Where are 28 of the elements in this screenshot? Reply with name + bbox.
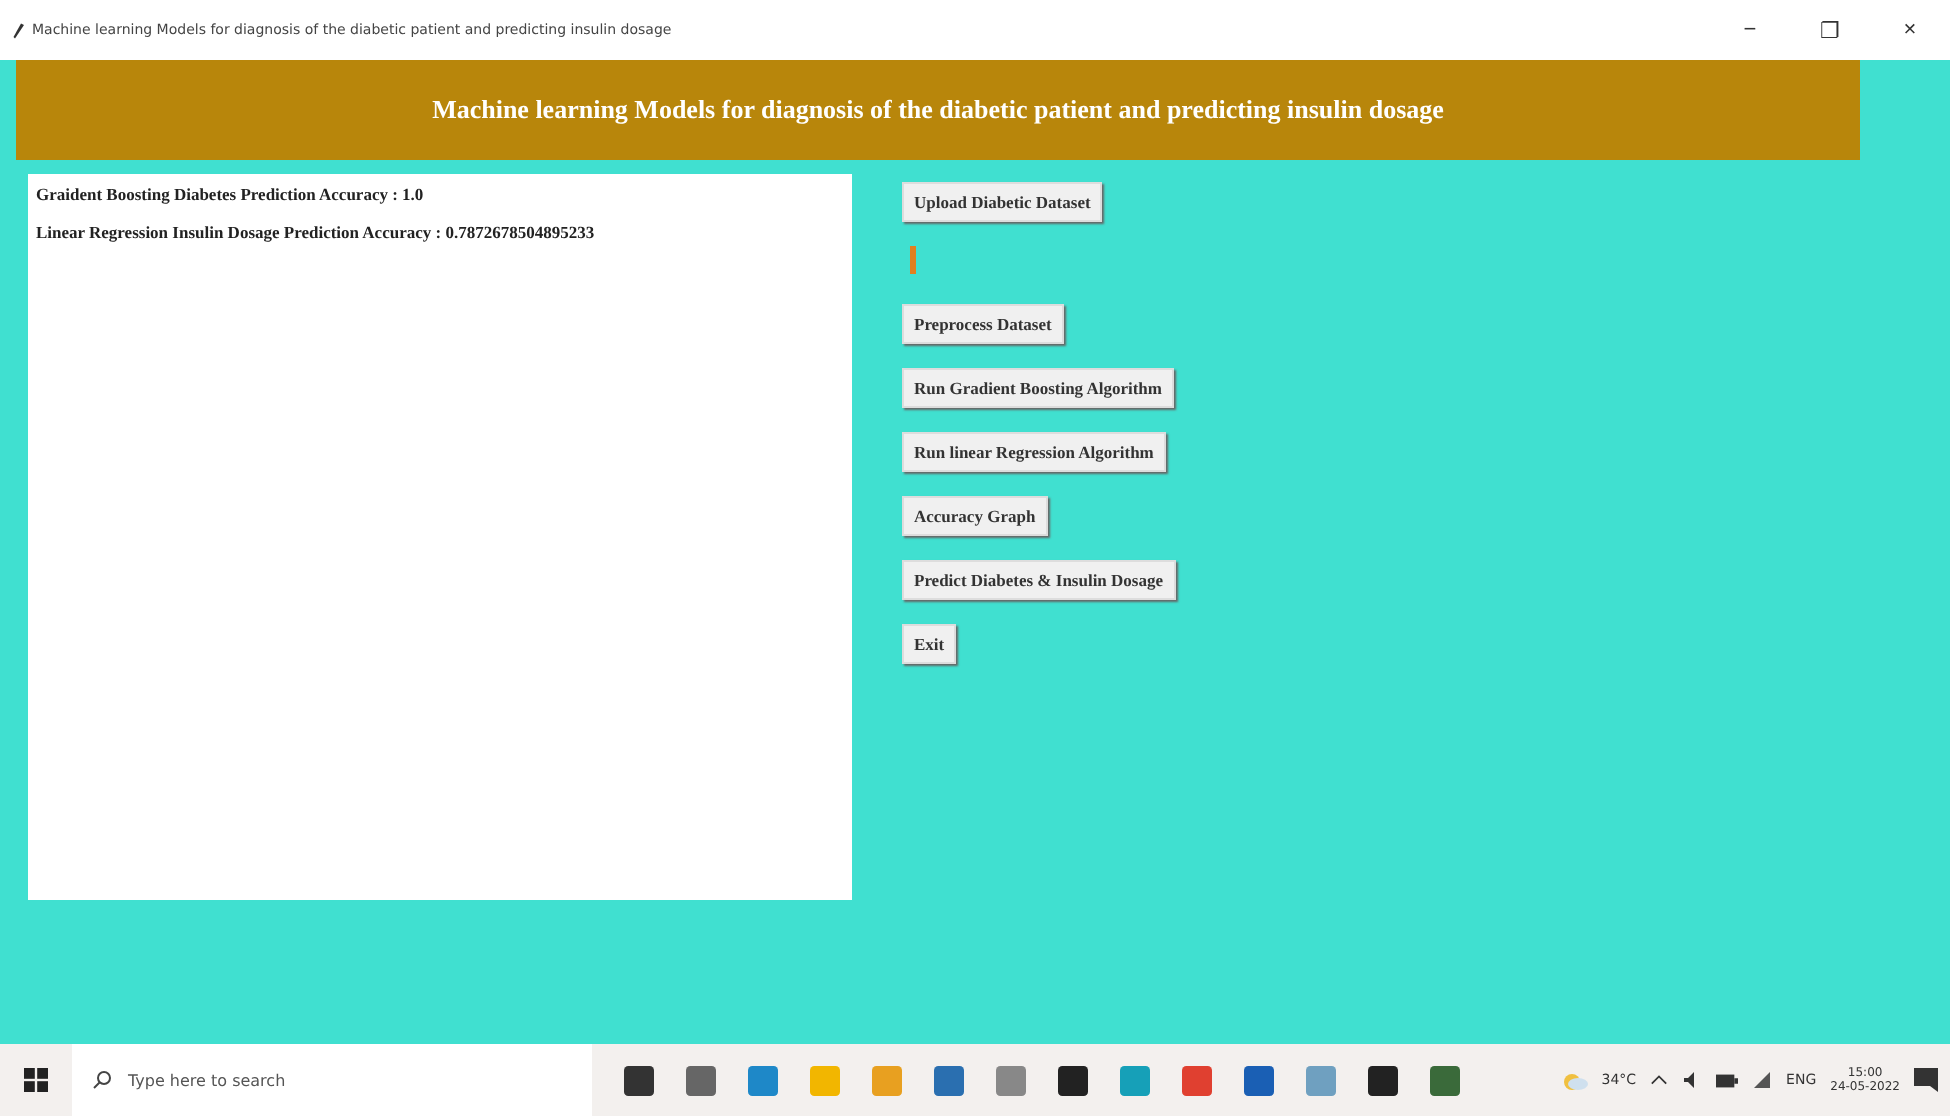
maximize-button[interactable]: ❐ [1790, 0, 1870, 60]
action-button[interactable]: Predict Diabetes & Insulin Dosage [902, 560, 1176, 600]
action-button[interactable]: Run linear Regression Algorithm [902, 432, 1166, 472]
output-line: Graident Boosting Diabetes Prediction Accuracy : 1.0 [36, 184, 426, 204]
search-placeholder: Type here to search [128, 1071, 286, 1089]
close-button[interactable]: × [1870, 0, 1950, 60]
action-button[interactable]: Run Gradient Boosting Algorithm [902, 368, 1174, 408]
app-header: Machine learning Models for diagnosis of the diabetic patient and predicting insulin dosage [16, 60, 1860, 160]
chevron-up-icon[interactable] [1650, 1074, 1669, 1086]
minimize-button[interactable]: − [1710, 0, 1790, 60]
output-line: Linear Regression Insulin Dosage Prediction Accuracy : 0.7872678504895233 [36, 222, 597, 242]
windows-start-icon[interactable] [24, 1068, 48, 1092]
action-button[interactable]: Exit [902, 624, 957, 664]
search-field[interactable]: Type here to search [72, 1044, 592, 1116]
action-button[interactable]: Preprocess Dataset [902, 304, 1064, 344]
search-icon [92, 1070, 112, 1090]
battery-icon[interactable] [1716, 1073, 1739, 1087]
feather-icon [12, 21, 24, 39]
status-label [910, 246, 916, 274]
app-icon[interactable] [624, 1065, 654, 1095]
action-button[interactable]: Accuracy Graph [902, 496, 1048, 536]
notification-icon[interactable] [1914, 1068, 1938, 1092]
app-icon[interactable] [1058, 1065, 1088, 1095]
action-button[interactable]: Upload Diabetic Dataset [902, 182, 1103, 222]
app-icon[interactable] [1368, 1065, 1398, 1095]
weather-icon [1559, 1070, 1588, 1090]
output-text-area[interactable]: Graident Boosting Diabetes Prediction Accuracy : 1.0 Linear Regression Insulin Dosage Prediction Accuracy : 0.7872678504895233 [28, 174, 852, 900]
wifi-icon[interactable] [1752, 1070, 1773, 1090]
